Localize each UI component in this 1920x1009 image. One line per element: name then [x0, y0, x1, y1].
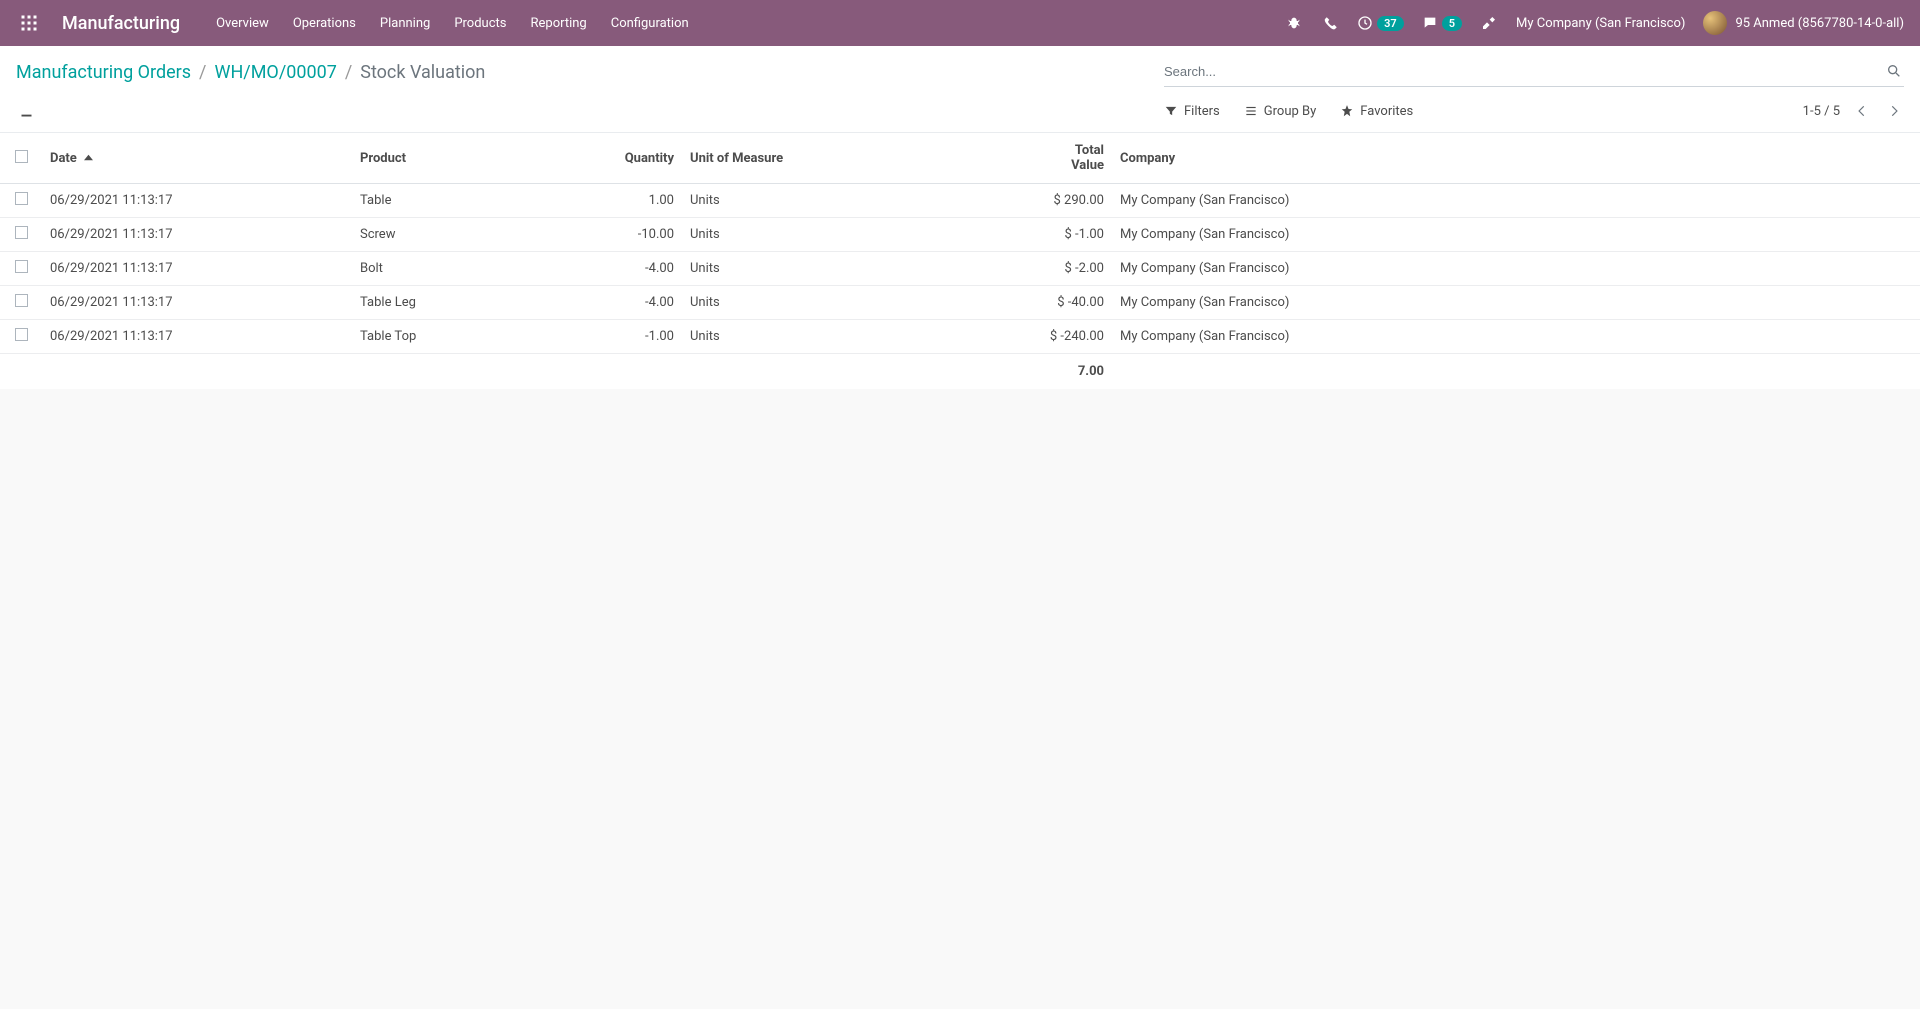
sort-asc-icon — [84, 151, 93, 166]
row-checkbox[interactable] — [15, 260, 28, 273]
activities-badge: 37 — [1377, 16, 1404, 31]
cell-date: 06/29/2021 11:13:17 — [42, 184, 352, 218]
table-row[interactable]: 06/29/2021 11:13:17Bolt-4.00Units$ -2.00… — [0, 252, 1920, 286]
nav-item-reporting[interactable]: Reporting — [531, 16, 587, 31]
favorites-label: Favorites — [1360, 104, 1413, 119]
cell-product: Table Top — [352, 320, 614, 354]
nav-item-operations[interactable]: Operations — [293, 16, 356, 31]
cell-quantity: -10.00 — [614, 218, 682, 252]
row-checkbox[interactable] — [15, 226, 28, 239]
control-panel: Manufacturing Orders / WH/MO/00007 / Sto… — [0, 46, 1920, 133]
cell-uom: Units — [682, 252, 1032, 286]
filters-label: Filters — [1184, 104, 1220, 119]
cell-company: My Company (San Francisco) — [1112, 286, 1920, 320]
row-checkbox[interactable] — [15, 294, 28, 307]
table-header-row: Date Product Quantity Unit of Measure To… — [0, 133, 1920, 184]
breadcrumb-root[interactable]: Manufacturing Orders — [16, 62, 191, 83]
cell-quantity: -1.00 — [614, 320, 682, 354]
table-row[interactable]: 06/29/2021 11:13:17Table Leg-4.00Units$ … — [0, 286, 1920, 320]
list-view: Date Product Quantity Unit of Measure To… — [0, 133, 1920, 389]
pager-next-icon[interactable] — [1884, 101, 1904, 121]
cell-uom: Units — [682, 218, 1032, 252]
favorites-button[interactable]: Favorites — [1340, 104, 1413, 119]
cell-total: $ -240.00 — [1032, 320, 1112, 354]
activities-button[interactable]: 37 — [1357, 15, 1404, 31]
table-row[interactable]: 06/29/2021 11:13:17Screw-10.00Units$ -1.… — [0, 218, 1920, 252]
cell-company: My Company (San Francisco) — [1112, 218, 1920, 252]
systray: 37 5 My Company (San Francisco) 95 Anmed… — [1285, 11, 1904, 35]
stock-valuation-table: Date Product Quantity Unit of Measure To… — [0, 133, 1920, 389]
cell-company: My Company (San Francisco) — [1112, 184, 1920, 218]
cell-date: 06/29/2021 11:13:17 — [42, 218, 352, 252]
company-switcher[interactable]: My Company (San Francisco) — [1516, 16, 1685, 31]
cell-uom: Units — [682, 320, 1032, 354]
top-nav: Manufacturing Overview Operations Planni… — [0, 0, 1920, 46]
cell-product: Table — [352, 184, 614, 218]
pager-prev-icon[interactable] — [1852, 101, 1872, 121]
bug-icon[interactable] — [1285, 14, 1303, 32]
nav-item-configuration[interactable]: Configuration — [611, 16, 689, 31]
row-checkbox[interactable] — [15, 328, 28, 341]
table-footer-row: 7.00 — [0, 354, 1920, 390]
user-menu[interactable]: 95 Anmed (8567780-14-0-all) — [1703, 11, 1904, 35]
breadcrumb-sep: / — [199, 62, 206, 83]
col-header-total[interactable]: Total Value — [1032, 133, 1112, 184]
export-icon[interactable] — [16, 101, 36, 121]
cell-total: $ -1.00 — [1032, 218, 1112, 252]
row-checkbox[interactable] — [15, 192, 28, 205]
breadcrumb: Manufacturing Orders / WH/MO/00007 / Sto… — [16, 62, 485, 83]
messages-button[interactable]: 5 — [1422, 15, 1462, 31]
breadcrumb-sep: / — [345, 62, 352, 83]
avatar — [1703, 11, 1727, 35]
nav-item-planning[interactable]: Planning — [380, 16, 430, 31]
cell-date: 06/29/2021 11:13:17 — [42, 252, 352, 286]
cell-total: $ 290.00 — [1032, 184, 1112, 218]
pager-text[interactable]: 1-5 / 5 — [1803, 104, 1840, 119]
cell-company: My Company (San Francisco) — [1112, 320, 1920, 354]
cell-uom: Units — [682, 286, 1032, 320]
cell-quantity: -4.00 — [614, 286, 682, 320]
cell-total: $ -2.00 — [1032, 252, 1112, 286]
breadcrumb-current: Stock Valuation — [360, 62, 485, 83]
search-input[interactable] — [1164, 60, 1886, 83]
filters-button[interactable]: Filters — [1164, 104, 1220, 119]
col-header-company[interactable]: Company — [1112, 133, 1920, 184]
pager: 1-5 / 5 — [1803, 101, 1904, 121]
col-header-quantity[interactable]: Quantity — [614, 133, 682, 184]
cell-product: Table Leg — [352, 286, 614, 320]
table-row[interactable]: 06/29/2021 11:13:17Table1.00Units$ 290.0… — [0, 184, 1920, 218]
cell-product: Screw — [352, 218, 614, 252]
cell-product: Bolt — [352, 252, 614, 286]
nav-item-products[interactable]: Products — [454, 16, 506, 31]
cell-date: 06/29/2021 11:13:17 — [42, 286, 352, 320]
table-row[interactable]: 06/29/2021 11:13:17Table Top-1.00Units$ … — [0, 320, 1920, 354]
phone-icon[interactable] — [1321, 14, 1339, 32]
apps-icon[interactable] — [16, 10, 42, 36]
search-icon[interactable] — [1886, 63, 1904, 81]
footer-total: 7.00 — [1032, 354, 1112, 390]
cell-total: $ -40.00 — [1032, 286, 1112, 320]
col-header-date[interactable]: Date — [42, 133, 352, 184]
cell-quantity: -4.00 — [614, 252, 682, 286]
messages-badge: 5 — [1442, 16, 1462, 31]
select-all-checkbox[interactable] — [15, 150, 28, 163]
search-bar — [1164, 57, 1904, 87]
app-name[interactable]: Manufacturing — [62, 13, 180, 34]
cell-date: 06/29/2021 11:13:17 — [42, 320, 352, 354]
cell-uom: Units — [682, 184, 1032, 218]
cell-quantity: 1.00 — [614, 184, 682, 218]
user-name: 95 Anmed (8567780-14-0-all) — [1735, 16, 1904, 31]
breadcrumb-parent[interactable]: WH/MO/00007 — [214, 62, 336, 83]
nav-item-overview[interactable]: Overview — [216, 16, 269, 31]
cell-company: My Company (San Francisco) — [1112, 252, 1920, 286]
col-header-product[interactable]: Product — [352, 133, 614, 184]
col-header-uom[interactable]: Unit of Measure — [682, 133, 1032, 184]
groupby-label: Group By — [1264, 104, 1317, 119]
nav-menu: Overview Operations Planning Products Re… — [216, 16, 689, 31]
groupby-button[interactable]: Group By — [1244, 104, 1317, 119]
tools-icon[interactable] — [1480, 14, 1498, 32]
